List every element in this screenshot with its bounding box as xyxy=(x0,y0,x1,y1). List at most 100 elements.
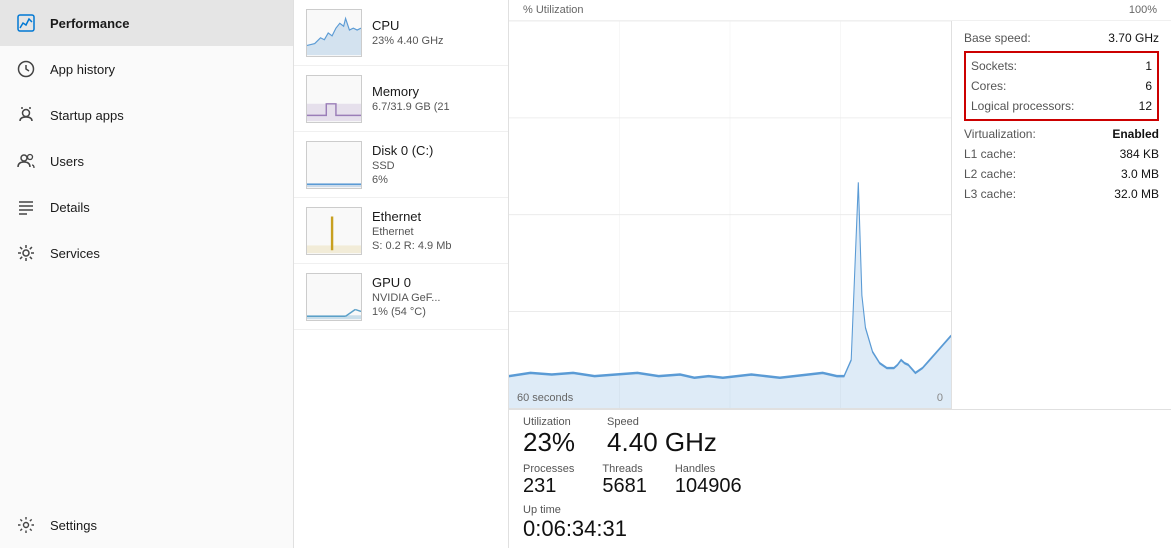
sidebar-item-users-label: Users xyxy=(50,154,84,169)
device-ethernet-sub1: Ethernet xyxy=(372,226,496,238)
device-info-cpu: CPU 23% 4.40 GHz xyxy=(372,18,496,47)
processes-label: Processes xyxy=(523,463,574,475)
device-gpu-sub2: 1% (54 °C) xyxy=(372,306,496,318)
handles-stat: Handles 104906 xyxy=(675,463,742,498)
device-item-cpu[interactable]: CPU 23% 4.40 GHz xyxy=(294,0,508,66)
sidebar-item-startup-label: Startup apps xyxy=(50,108,124,123)
cores-row: Cores: 6 xyxy=(971,76,1152,96)
sidebar-item-users[interactable]: Users xyxy=(0,138,293,184)
speed-stat: Speed 4.40 GHz xyxy=(607,416,717,457)
device-item-memory[interactable]: Memory 6.7/31.9 GB (21 xyxy=(294,66,508,132)
l3-label: L3 cache: xyxy=(964,187,1016,201)
base-speed-value: 3.70 GHz xyxy=(1108,31,1159,45)
device-memory-name: Memory xyxy=(372,84,496,99)
services-icon xyxy=(16,243,36,263)
device-item-gpu[interactable]: GPU 0 NVIDIA GeF... 1% (54 °C) xyxy=(294,264,508,330)
device-gpu-sub1: NVIDIA GeF... xyxy=(372,292,496,304)
logical-label: Logical processors: xyxy=(971,99,1074,113)
handles-label: Handles xyxy=(675,463,742,475)
l2-row: L2 cache: 3.0 MB xyxy=(964,164,1159,184)
sockets-value: 1 xyxy=(1145,59,1152,73)
virtualization-row: Virtualization: Enabled xyxy=(964,124,1159,144)
main-stats-row: Utilization 23% Speed 4.40 GHz xyxy=(509,410,951,461)
startup-icon xyxy=(16,105,36,125)
uptime-value: 0:06:34:31 xyxy=(523,516,937,542)
device-thumb-memory xyxy=(306,75,362,123)
processes-value: 231 xyxy=(523,475,574,498)
l1-label: L1 cache: xyxy=(964,147,1016,161)
sidebar-item-app-history-label: App history xyxy=(50,62,115,77)
device-thumb-ethernet xyxy=(306,207,362,255)
device-disk-sub1: SSD xyxy=(372,160,496,172)
clock-icon xyxy=(16,59,36,79)
device-info-ethernet: Ethernet Ethernet S: 0.2 R: 4.9 Mb xyxy=(372,209,496,252)
device-thumb-gpu xyxy=(306,273,362,321)
handles-value: 104906 xyxy=(675,475,742,498)
threads-stat: Threads 5681 xyxy=(602,463,647,498)
cores-value: 6 xyxy=(1145,79,1152,93)
threads-label: Threads xyxy=(602,463,647,475)
main-content: CPU 23% 4.40 GHz Memory 6.7/31.9 GB (21 xyxy=(294,0,1171,548)
device-ethernet-sub2: S: 0.2 R: 4.9 Mb xyxy=(372,240,496,252)
bottom-right-spacer xyxy=(951,410,1171,548)
device-cpu-sub: 23% 4.40 GHz xyxy=(372,35,496,47)
device-disk-name: Disk 0 (C:) xyxy=(372,143,496,158)
left-stats-area: Utilization 23% Speed 4.40 GHz Processes… xyxy=(509,410,951,548)
uptime-label: Up time xyxy=(523,504,937,516)
utilization-axis-label: % Utilization xyxy=(523,4,584,16)
virtualization-value: Enabled xyxy=(1112,127,1159,141)
graph-time-label: 60 seconds xyxy=(517,392,573,404)
cores-label: Cores: xyxy=(971,79,1006,93)
device-info-disk: Disk 0 (C:) SSD 6% xyxy=(372,143,496,186)
graph-header: % Utilization 100% xyxy=(509,0,1171,21)
sockets-row: Sockets: 1 xyxy=(971,56,1152,76)
l3-value: 32.0 MB xyxy=(1114,187,1159,201)
device-memory-sub: 6.7/31.9 GB (21 xyxy=(372,101,496,113)
graph-area: % Utilization 100% xyxy=(509,0,1171,548)
settings-icon xyxy=(16,515,36,535)
device-thumb-cpu xyxy=(306,9,362,57)
threads-value: 5681 xyxy=(602,475,647,498)
device-item-disk[interactable]: Disk 0 (C:) SSD 6% xyxy=(294,132,508,198)
sidebar-item-startup-apps[interactable]: Startup apps xyxy=(0,92,293,138)
device-cpu-name: CPU xyxy=(372,18,496,33)
sidebar: Performance App history Startup apps xyxy=(0,0,294,548)
gauge-icon xyxy=(16,13,36,33)
sidebar-item-app-history[interactable]: App history xyxy=(0,46,293,92)
cpu-graph-svg xyxy=(509,21,951,408)
cpu-graph-container: 60 seconds 0 xyxy=(509,21,951,409)
sidebar-item-settings[interactable]: Settings xyxy=(0,502,293,548)
virtualization-label: Virtualization: xyxy=(964,127,1036,141)
utilization-stat: Utilization 23% xyxy=(523,416,575,457)
sockets-label: Sockets: xyxy=(971,59,1017,73)
sidebar-item-services-label: Services xyxy=(50,246,100,261)
details-icon xyxy=(16,197,36,217)
speed-value: 4.40 GHz xyxy=(607,428,717,457)
bottom-stats: Utilization 23% Speed 4.40 GHz Processes… xyxy=(509,409,1171,548)
device-info-gpu: GPU 0 NVIDIA GeF... 1% (54 °C) xyxy=(372,275,496,318)
base-speed-row: Base speed: 3.70 GHz xyxy=(964,27,1159,49)
device-list: CPU 23% 4.40 GHz Memory 6.7/31.9 GB (21 xyxy=(294,0,509,548)
utilization-value: 23% xyxy=(523,428,575,457)
logical-row: Logical processors: 12 xyxy=(971,96,1152,116)
l2-value: 3.0 MB xyxy=(1121,167,1159,181)
device-thumb-disk xyxy=(306,141,362,189)
cpu-info-panel: Base speed: 3.70 GHz Sockets: 1 Cores: 6… xyxy=(951,21,1171,409)
device-info-memory: Memory 6.7/31.9 GB (21 xyxy=(372,84,496,113)
sidebar-item-details[interactable]: Details xyxy=(0,184,293,230)
process-stats-row: Processes 231 Threads 5681 Handles 10490… xyxy=(509,461,951,502)
device-ethernet-name: Ethernet xyxy=(372,209,496,224)
uptime-area: Up time 0:06:34:31 xyxy=(509,502,951,548)
l3-row: L3 cache: 32.0 MB xyxy=(964,184,1159,204)
sidebar-item-services[interactable]: Services xyxy=(0,230,293,276)
sidebar-item-performance-label: Performance xyxy=(50,16,129,31)
sidebar-item-details-label: Details xyxy=(50,200,90,215)
l1-row: L1 cache: 384 KB xyxy=(964,144,1159,164)
l2-label: L2 cache: xyxy=(964,167,1016,181)
sidebar-item-settings-label: Settings xyxy=(50,518,97,533)
device-item-ethernet[interactable]: Ethernet Ethernet S: 0.2 R: 4.9 Mb xyxy=(294,198,508,264)
graph-zero-label: 0 xyxy=(937,392,943,404)
users-icon xyxy=(16,151,36,171)
sidebar-item-performance[interactable]: Performance xyxy=(0,0,293,46)
processes-stat: Processes 231 xyxy=(523,463,574,498)
